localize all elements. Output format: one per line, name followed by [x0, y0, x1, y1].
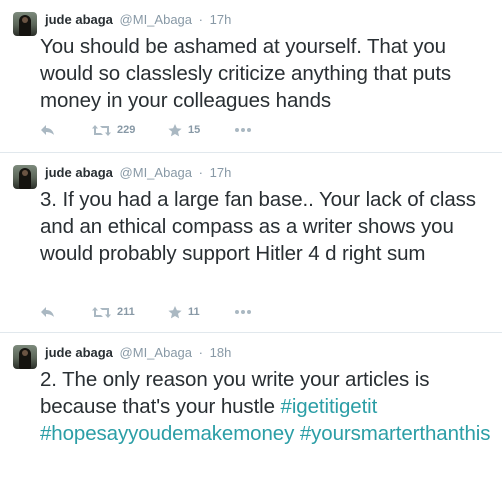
author-handle[interactable]: @MI_Abaga — [120, 165, 192, 180]
retweet-icon — [92, 124, 111, 136]
retweet-count: 211 — [117, 306, 135, 318]
reply-icon — [41, 125, 54, 135]
avatar[interactable] — [13, 165, 37, 189]
favorite-button[interactable]: 15 — [168, 122, 200, 138]
timestamp[interactable]: 17h — [210, 12, 232, 27]
retweet-count: 229 — [117, 124, 136, 136]
star-icon — [168, 305, 182, 318]
tweet[interactable]: jude abaga @MI_Abaga · 17h 3. If you had… — [0, 153, 502, 333]
hashtag-link[interactable]: #yoursmarterthanthis — [300, 422, 491, 445]
timestamp[interactable]: 18h — [210, 345, 232, 360]
retweet-button[interactable]: 211 — [92, 304, 135, 320]
reply-icon — [41, 307, 54, 317]
author-name[interactable]: jude abaga — [45, 165, 113, 180]
more-button[interactable] — [234, 304, 252, 320]
tweet-header: jude abaga @MI_Abaga · 18h — [45, 345, 231, 361]
hashtag-link[interactable]: #hopesayyoudemakemoney — [40, 422, 294, 445]
retweet-icon — [92, 306, 111, 318]
favorite-count: 15 — [188, 124, 201, 136]
favorite-button[interactable]: 11 — [168, 304, 200, 320]
tweet-header: jude abaga @MI_Abaga · 17h — [45, 12, 231, 28]
separator-dot: · — [198, 345, 203, 360]
avatar-face — [22, 170, 28, 176]
separator-dot: · — [198, 12, 203, 27]
avatar-face — [22, 350, 28, 356]
tweet-text: You should be ashamed at yourself. That … — [40, 35, 452, 112]
favorite-count: 11 — [188, 306, 200, 318]
tweet-text: 2. The only reason you write your articl… — [40, 366, 500, 447]
avatar[interactable] — [13, 345, 37, 369]
tweet-header: jude abaga @MI_Abaga · 17h — [45, 165, 231, 181]
separator-dot: · — [198, 165, 203, 180]
more-icon — [235, 128, 251, 132]
hashtag-link[interactable]: #igetitigetit — [281, 395, 378, 418]
timeline: jude abaga @MI_Abaga · 17h You should be… — [0, 0, 502, 482]
tweet-actions: 229 15 — [40, 122, 300, 138]
star-icon — [168, 123, 182, 136]
reply-button[interactable] — [40, 304, 55, 320]
reply-button[interactable] — [40, 122, 55, 138]
author-name[interactable]: jude abaga — [45, 12, 113, 27]
author-name[interactable]: jude abaga — [45, 345, 113, 360]
more-icon — [235, 310, 251, 314]
avatar[interactable] — [13, 12, 37, 36]
tweet-actions: 211 11 — [40, 304, 300, 320]
tweet-text: 3. If you had a large fan base.. Your la… — [40, 188, 476, 265]
author-handle[interactable]: @MI_Abaga — [120, 12, 192, 27]
author-handle[interactable]: @MI_Abaga — [120, 345, 192, 360]
tweet[interactable]: jude abaga @MI_Abaga · 18h 2. The only r… — [0, 333, 502, 482]
tweet[interactable]: jude abaga @MI_Abaga · 17h You should be… — [0, 0, 502, 153]
avatar-face — [22, 17, 28, 23]
timestamp[interactable]: 17h — [210, 165, 232, 180]
retweet-button[interactable]: 229 — [92, 122, 135, 138]
more-button[interactable] — [234, 122, 252, 138]
